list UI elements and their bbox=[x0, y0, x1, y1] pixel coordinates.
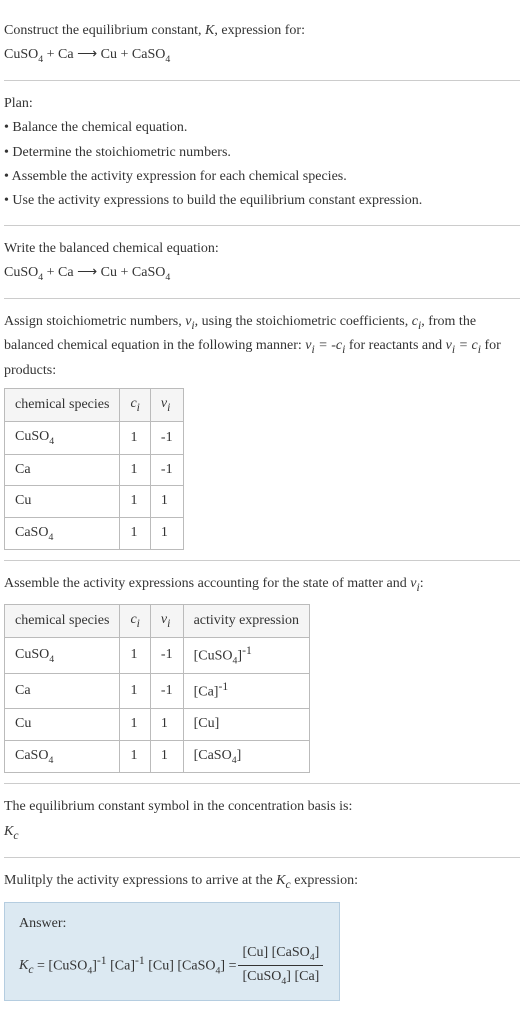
col-species: chemical species bbox=[5, 604, 120, 637]
c-i: ci bbox=[412, 314, 421, 329]
prompt-text-b: , expression for: bbox=[214, 23, 305, 38]
answer-label: Answer: bbox=[19, 913, 325, 935]
cell-v: -1 bbox=[150, 422, 183, 454]
table-row: Cu 1 1 bbox=[5, 486, 184, 517]
table-row: CuSO4 1 -1 bbox=[5, 422, 184, 454]
prompt-section: Construct the equilibrium constant, K, e… bbox=[4, 8, 520, 81]
multiply-line: Mulitply the activity expressions to arr… bbox=[4, 870, 520, 894]
table-row: Cu 1 1 [Cu] bbox=[5, 709, 310, 740]
cell-species: CuSO4 bbox=[5, 422, 120, 454]
kc-symbol: Kc bbox=[4, 821, 520, 845]
table-row: CuSO4 1 -1 [CuSO4]-1 bbox=[5, 638, 310, 674]
col-species: chemical species bbox=[5, 389, 120, 422]
cell-v: -1 bbox=[150, 638, 183, 674]
table-row: CaSO4 1 1 [CaSO4] bbox=[5, 740, 310, 772]
cell-c: 1 bbox=[120, 454, 150, 485]
plan-item: • Determine the stoichiometric numbers. bbox=[4, 142, 520, 164]
prompt-equation: CuSO4 + Ca ⟶ Cu + CaSO4 bbox=[4, 44, 520, 67]
balanced-header: Write the balanced chemical equation: bbox=[4, 238, 520, 260]
cell-c: 1 bbox=[120, 709, 150, 740]
cell-v: -1 bbox=[150, 454, 183, 485]
stoich-section: Assign stoichiometric numbers, νi, using… bbox=[4, 299, 520, 562]
nu-i: νi bbox=[185, 314, 194, 329]
answer-lhs: Kc = [CuSO4]-1 [Ca]-1 [Cu] [CaSO4] = bbox=[19, 952, 236, 980]
cell-species: Ca bbox=[5, 454, 120, 485]
col-activity: activity expression bbox=[183, 604, 309, 637]
nu-eq-pos: νi = ci bbox=[446, 338, 481, 353]
answer-box: Answer: Kc = [CuSO4]-1 [Ca]-1 [Cu] [CaSO… bbox=[4, 902, 340, 1000]
plan-item: • Use the activity expressions to build … bbox=[4, 190, 520, 212]
table-header-row: chemical species ci νi activity expressi… bbox=[5, 604, 310, 637]
activity-section: Assemble the activity expressions accoun… bbox=[4, 561, 520, 784]
activity-a: Assemble the activity expressions accoun… bbox=[4, 576, 410, 591]
cell-activity: [CuSO4]-1 bbox=[183, 638, 309, 674]
activity-b: : bbox=[420, 576, 424, 591]
answer-numerator: [Cu] [CaSO4] bbox=[238, 942, 323, 966]
stoich-d: for reactants and bbox=[345, 338, 445, 353]
conc-basis-text: The equilibrium constant symbol in the c… bbox=[4, 796, 520, 818]
col-vi: νi bbox=[150, 604, 183, 637]
stoich-b: , using the stoichiometric coefficients, bbox=[195, 314, 412, 329]
answer-section: Mulitply the activity expressions to arr… bbox=[4, 858, 520, 1011]
plan-section: Plan: • Balance the chemical equation. •… bbox=[4, 81, 520, 226]
table-row: Ca 1 -1 bbox=[5, 454, 184, 485]
cell-v: 1 bbox=[150, 517, 183, 549]
balanced-equation: CuSO4 + Ca ⟶ Cu + CaSO4 bbox=[4, 262, 520, 285]
cell-species: Cu bbox=[5, 709, 120, 740]
answer-expression: Kc = [CuSO4]-1 [Ca]-1 [Cu] [CaSO4] = [Cu… bbox=[19, 942, 325, 990]
cell-species: Cu bbox=[5, 486, 120, 517]
cell-species: CaSO4 bbox=[5, 517, 120, 549]
plan-item: • Balance the chemical equation. bbox=[4, 117, 520, 139]
cell-v: 1 bbox=[150, 709, 183, 740]
balanced-section: Write the balanced chemical equation: Cu… bbox=[4, 226, 520, 299]
cell-c: 1 bbox=[120, 422, 150, 454]
cell-activity: [Ca]-1 bbox=[183, 674, 309, 709]
answer-denominator: [CuSO4] [Ca] bbox=[238, 966, 323, 989]
plan-header: Plan: bbox=[4, 93, 520, 115]
cell-c: 1 bbox=[120, 674, 150, 709]
multiply-b: expression: bbox=[291, 873, 358, 888]
stoich-text: Assign stoichiometric numbers, νi, using… bbox=[4, 311, 520, 382]
cell-c: 1 bbox=[120, 486, 150, 517]
stoich-table: chemical species ci νi CuSO4 1 -1 Ca 1 -… bbox=[4, 388, 184, 550]
prompt-line1: Construct the equilibrium constant, K, e… bbox=[4, 20, 520, 42]
conc-basis-section: The equilibrium constant symbol in the c… bbox=[4, 784, 520, 858]
cell-c: 1 bbox=[120, 740, 150, 772]
cell-species: CaSO4 bbox=[5, 740, 120, 772]
answer-fraction: [Cu] [CaSO4] [CuSO4] [Ca] bbox=[238, 942, 323, 990]
nu-eq-neg: νi = -ci bbox=[305, 338, 345, 353]
table-header-row: chemical species ci νi bbox=[5, 389, 184, 422]
cell-species: CuSO4 bbox=[5, 638, 120, 674]
activity-intro: Assemble the activity expressions accoun… bbox=[4, 573, 520, 597]
col-ci: ci bbox=[120, 389, 150, 422]
nu-i: νi bbox=[410, 576, 419, 591]
plan-item: • Assemble the activity expression for e… bbox=[4, 166, 520, 188]
cell-activity: [CaSO4] bbox=[183, 740, 309, 772]
multiply-a: Mulitply the activity expressions to arr… bbox=[4, 873, 276, 888]
prompt-text-a: Construct the equilibrium constant, bbox=[4, 23, 205, 38]
table-row: Ca 1 -1 [Ca]-1 bbox=[5, 674, 310, 709]
col-ci: ci bbox=[120, 604, 150, 637]
activity-table: chemical species ci νi activity expressi… bbox=[4, 604, 310, 774]
cell-v: 1 bbox=[150, 486, 183, 517]
cell-c: 1 bbox=[120, 517, 150, 549]
kc: Kc bbox=[276, 873, 291, 888]
cell-c: 1 bbox=[120, 638, 150, 674]
cell-activity: [Cu] bbox=[183, 709, 309, 740]
stoich-a: Assign stoichiometric numbers, bbox=[4, 314, 185, 329]
table-row: CaSO4 1 1 bbox=[5, 517, 184, 549]
cell-v: -1 bbox=[150, 674, 183, 709]
col-vi: νi bbox=[150, 389, 183, 422]
prompt-k: K bbox=[205, 23, 214, 38]
cell-species: Ca bbox=[5, 674, 120, 709]
cell-v: 1 bbox=[150, 740, 183, 772]
